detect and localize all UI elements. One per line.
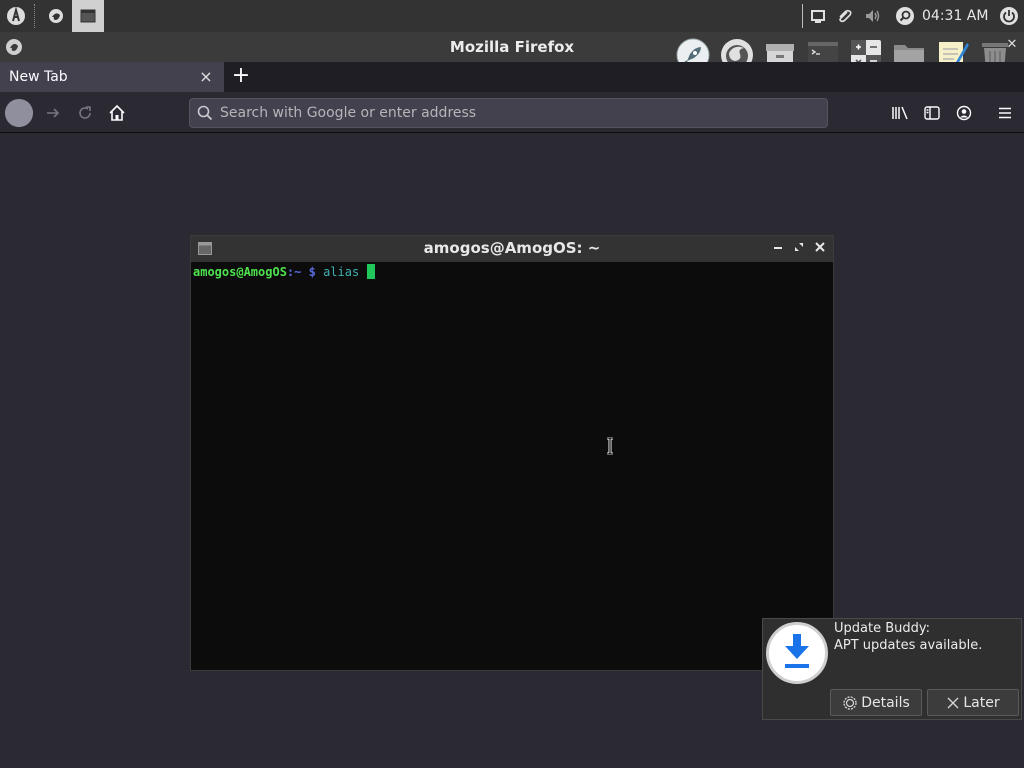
text-cursor-icon <box>607 437 613 455</box>
notification-body: APT updates available. <box>834 638 983 653</box>
prompt-user: amogos@AmogOS <box>193 265 287 279</box>
account-button[interactable] <box>949 98 979 128</box>
download-icon <box>785 634 809 668</box>
search-icon <box>197 105 213 121</box>
terminal-window-icon <box>80 9 96 23</box>
url-input[interactable] <box>220 99 810 127</box>
amogos-logo-icon <box>7 6 25 25</box>
top-panel: 04:31 AM <box>0 0 1024 32</box>
navigation-toolbar <box>0 92 1024 133</box>
tab-label: New Tab <box>9 69 68 85</box>
search-icon <box>896 7 914 25</box>
arrow-right-icon <box>47 108 60 118</box>
back-icon <box>4 98 34 128</box>
home-button[interactable] <box>102 98 132 128</box>
close-button[interactable] <box>811 239 829 259</box>
maximize-button[interactable] <box>790 239 808 259</box>
terminal-window-title: amogos@AmogOS: ~ <box>423 239 601 257</box>
details-button[interactable]: Details <box>830 689 922 716</box>
clipboard-tray-button[interactable] <box>834 0 854 32</box>
search-tray-button[interactable] <box>893 0 917 32</box>
minimize-icon <box>774 247 782 249</box>
display-tray-button[interactable] <box>808 0 828 32</box>
terminal-command: alias <box>323 265 360 279</box>
monitor-icon <box>811 10 825 23</box>
new-tab-button[interactable]: + <box>228 62 254 92</box>
maximize-icon <box>795 243 803 251</box>
minimize-button[interactable] <box>769 239 787 259</box>
notification-title: Update Buddy: <box>834 621 931 636</box>
later-button[interactable]: Later <box>927 689 1019 716</box>
sidebar-button[interactable] <box>917 98 947 128</box>
update-icon-badge <box>766 622 828 684</box>
details-button-label: Details <box>861 694 910 711</box>
hamburger-menu-icon <box>999 107 1011 119</box>
power-icon <box>1000 7 1018 25</box>
terminal-titlebar[interactable]: amogos@AmogOS: ~ <box>191 236 833 262</box>
reload-icon <box>79 106 91 119</box>
panel-separator <box>802 4 803 28</box>
power-button[interactable] <box>997 0 1021 32</box>
clock[interactable]: 04:31 AM <box>922 0 988 32</box>
account-icon <box>956 105 972 121</box>
tab-bar: New Tab × + <box>0 62 1024 92</box>
volume-tray-button[interactable] <box>862 0 884 32</box>
prompt-symbol: $ <box>308 265 316 279</box>
panel-separator <box>34 4 35 28</box>
tab-close-button[interactable]: × <box>196 67 216 87</box>
later-button-label: Later <box>963 694 1000 711</box>
dock-close-icon[interactable]: ✕ <box>1005 38 1019 52</box>
gear-icon <box>843 695 857 710</box>
back-button[interactable] <box>4 98 34 128</box>
app-menu-button[interactable] <box>2 0 30 32</box>
close-icon <box>815 242 825 252</box>
paperclip-icon <box>839 9 852 23</box>
library-button[interactable] <box>885 98 915 128</box>
volume-icon <box>866 10 880 22</box>
firefox-icon <box>49 9 63 23</box>
terminal-taskbar-button[interactable] <box>72 0 104 32</box>
menu-button[interactable] <box>990 98 1020 128</box>
tab-new-tab[interactable]: New Tab × <box>0 62 224 92</box>
update-notification: Update Buddy: APT updates available. Det… <box>762 618 1022 720</box>
terminal-cursor <box>367 264 376 279</box>
terminal-window[interactable]: amogos@AmogOS: ~ amogos@AmogOS:~ $ alias <box>190 235 834 671</box>
url-bar[interactable] <box>189 98 828 128</box>
terminal-output[interactable]: amogos@AmogOS:~ $ alias <box>193 262 833 670</box>
prompt-path: :~ <box>286 265 302 279</box>
sidebar-icon <box>924 106 940 120</box>
home-icon <box>109 104 125 121</box>
close-icon <box>947 697 959 708</box>
firefox-taskbar-button[interactable] <box>42 0 70 32</box>
library-icon <box>892 106 908 120</box>
forward-button[interactable] <box>38 98 68 128</box>
reload-button[interactable] <box>70 98 100 128</box>
